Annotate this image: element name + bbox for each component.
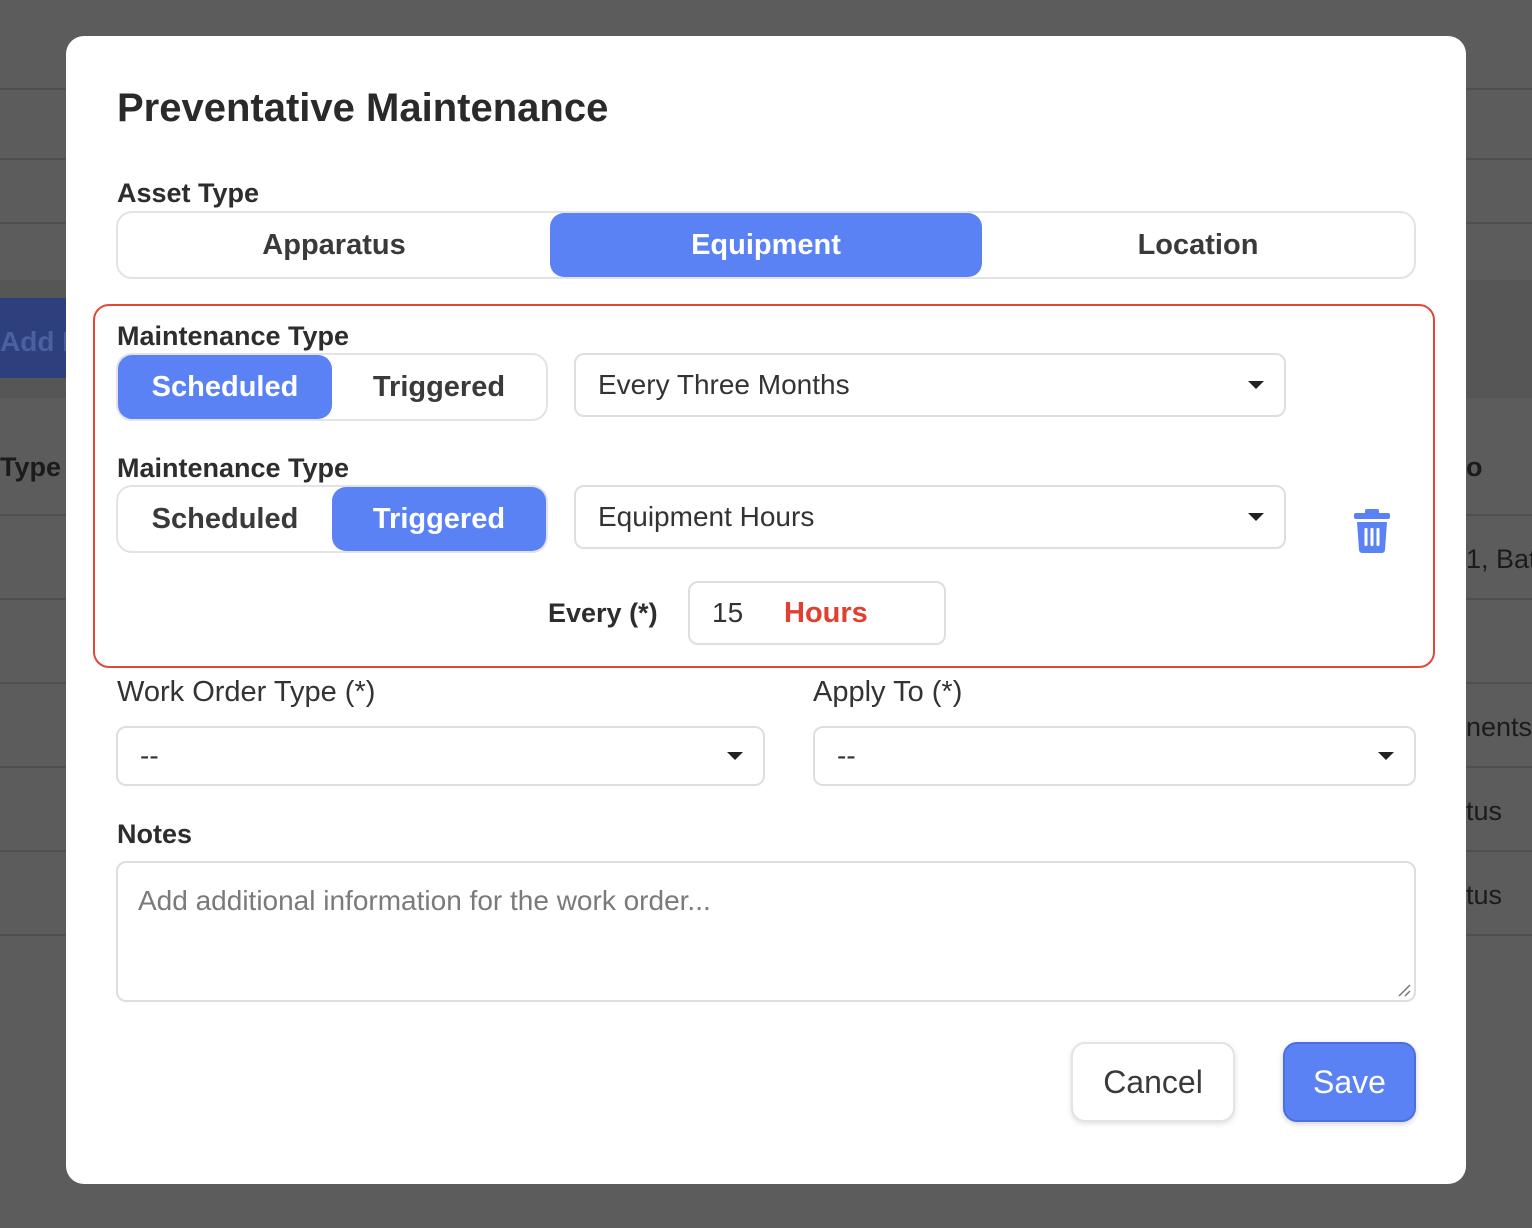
modal-title: Preventative Maintenance bbox=[117, 86, 609, 130]
apply-to-label: Apply To (*) bbox=[813, 676, 963, 708]
cancel-button[interactable]: Cancel bbox=[1071, 1042, 1235, 1122]
schedule-frequency-select[interactable]: Every Three Months bbox=[574, 353, 1286, 417]
asset-type-equipment[interactable]: Equipment bbox=[550, 213, 982, 277]
asset-type-segmented-control: Apparatus Equipment Location bbox=[116, 211, 1416, 279]
maintenance-type-toggle-1: Scheduled Triggered bbox=[116, 353, 548, 421]
maintenance-type-triggered[interactable]: Triggered bbox=[332, 487, 546, 551]
select-value: Equipment Hours bbox=[598, 501, 815, 532]
maintenance-type-triggered[interactable]: Triggered bbox=[332, 355, 546, 419]
save-button[interactable]: Save bbox=[1283, 1042, 1416, 1122]
asset-type-apparatus[interactable]: Apparatus bbox=[118, 213, 550, 277]
every-unit: Hours bbox=[784, 596, 868, 629]
every-label: Every (*) bbox=[548, 598, 658, 628]
maintenance-type-scheduled[interactable]: Scheduled bbox=[118, 355, 332, 419]
asset-type-location[interactable]: Location bbox=[982, 213, 1414, 277]
bg-column-header: Type bbox=[0, 452, 62, 482]
asset-type-label: Asset Type bbox=[117, 178, 260, 208]
resize-handle-icon[interactable] bbox=[1397, 983, 1411, 997]
select-value: Every Three Months bbox=[598, 369, 850, 400]
notes-placeholder: Add additional information for the work … bbox=[138, 885, 711, 916]
preventative-maintenance-modal: Preventative Maintenance Asset Type Appa… bbox=[66, 36, 1466, 1184]
every-value: 15 bbox=[712, 597, 744, 628]
select-value: -- bbox=[140, 740, 159, 771]
bg-cell: nents bbox=[1466, 712, 1532, 742]
select-value: -- bbox=[837, 740, 856, 771]
caret-down-icon bbox=[1248, 381, 1264, 389]
maintenance-type-label: Maintenance Type bbox=[117, 321, 350, 351]
work-order-type-label: Work Order Type (*) bbox=[117, 676, 376, 708]
maintenance-type-toggle-2: Scheduled Triggered bbox=[116, 485, 548, 553]
bg-column-header-right: o bbox=[1466, 452, 1483, 482]
every-interval-input[interactable]: 15 Hours bbox=[688, 581, 946, 645]
notes-label: Notes bbox=[117, 819, 193, 849]
maintenance-type-scheduled[interactable]: Scheduled bbox=[118, 487, 332, 551]
trigger-type-select[interactable]: Equipment Hours bbox=[574, 485, 1286, 549]
caret-down-icon bbox=[727, 752, 743, 760]
apply-to-select[interactable]: -- bbox=[813, 726, 1416, 786]
maintenance-type-label: Maintenance Type bbox=[117, 453, 350, 483]
bg-cell: 1, Bat bbox=[1466, 544, 1532, 574]
work-order-type-select[interactable]: -- bbox=[116, 726, 765, 786]
caret-down-icon bbox=[1378, 752, 1394, 760]
caret-down-icon bbox=[1248, 513, 1264, 521]
notes-textarea[interactable]: Add additional information for the work … bbox=[116, 861, 1416, 1002]
bg-cell: tus bbox=[1466, 880, 1503, 910]
trash-icon[interactable] bbox=[1353, 508, 1391, 554]
bg-add-button: Add N bbox=[0, 298, 70, 378]
bg-cell: tus bbox=[1466, 796, 1503, 826]
